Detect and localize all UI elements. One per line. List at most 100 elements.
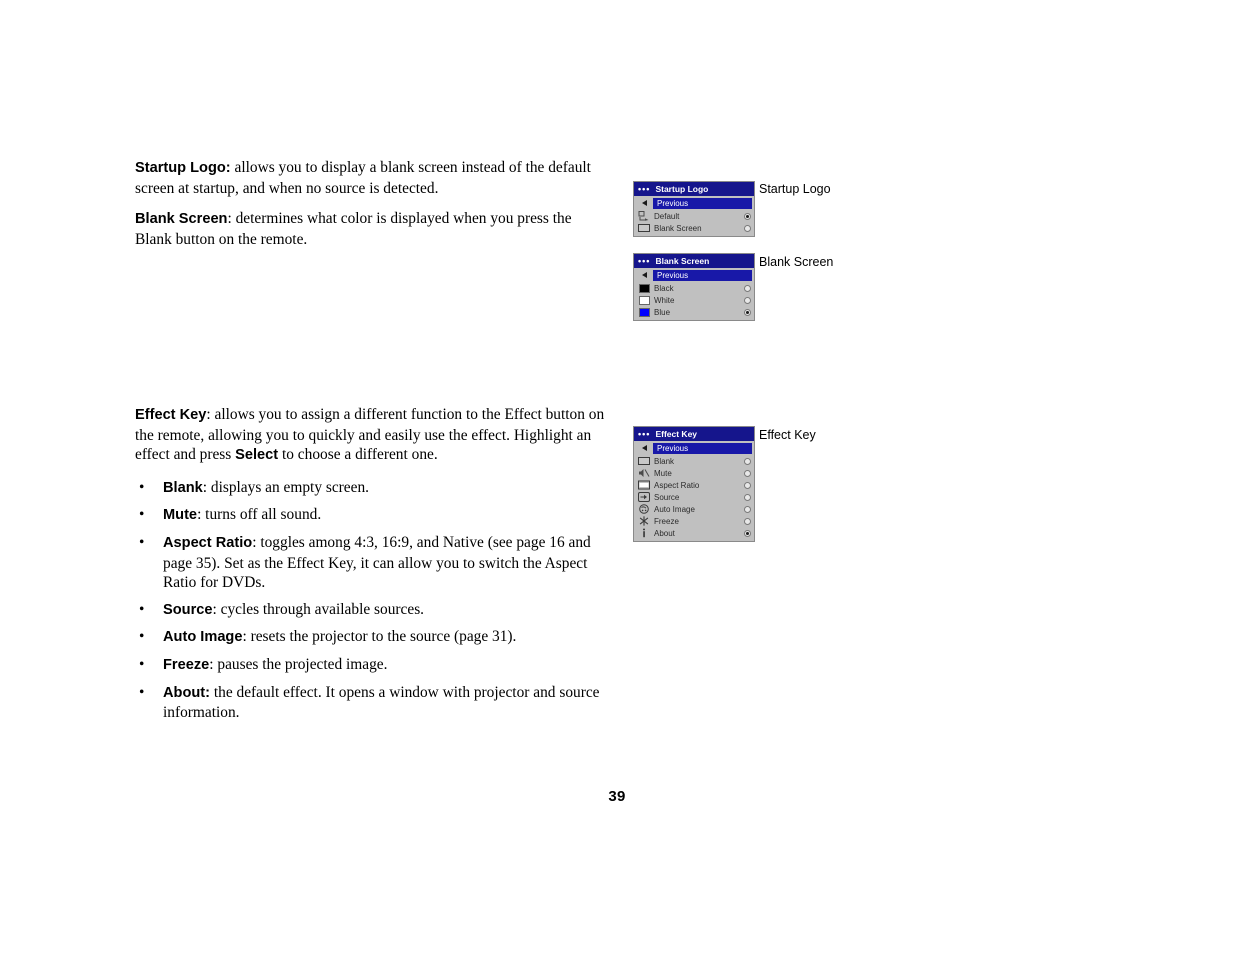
list-item-term: About: — [163, 684, 211, 701]
list-item: • Mute: turns off all sound. — [135, 505, 610, 526]
menu-dots-icon: ••• — [638, 428, 651, 439]
page-number: 39 — [0, 788, 1235, 805]
radio-button[interactable] — [744, 469, 751, 477]
list-item: • Blank: displays an empty screen. — [135, 478, 610, 499]
osd-item-blank-screen[interactable]: Blank Screen — [634, 222, 754, 234]
radio-button[interactable] — [744, 529, 751, 537]
page-number-text: 39 — [608, 788, 626, 805]
osd-item-default[interactable]: Default — [634, 210, 754, 222]
bullet-glyph: • — [139, 600, 145, 618]
screen-icon — [637, 456, 651, 466]
paragraph-startup-logo: Startup Logo: allows you to display a bl… — [135, 158, 605, 198]
osd-item-label: Mute — [654, 468, 672, 478]
list-item-text: : pauses the projected image. — [209, 655, 388, 673]
list-item: • Source: cycles through available source… — [135, 600, 610, 621]
osd-menu-startup-logo[interactable]: ••• Startup Logo Previous Default Blank … — [633, 181, 755, 237]
list-item: • Auto Image: resets the projector to the… — [135, 627, 610, 648]
osd-item-label: Previous — [657, 198, 689, 208]
radio-button[interactable] — [744, 505, 751, 513]
osd-body: Previous Default Blank Screen — [634, 196, 754, 236]
osd-title-bar: ••• Effect Key — [634, 427, 754, 441]
radio-button[interactable] — [744, 493, 751, 501]
osd-item-white[interactable]: White — [634, 294, 754, 306]
bullet-glyph: • — [139, 683, 145, 701]
selection-highlight: Previous — [653, 197, 752, 209]
osd-title-text: Startup Logo — [655, 184, 709, 194]
source-icon — [637, 492, 651, 502]
osd-item-previous[interactable]: Previous — [634, 197, 754, 209]
osd-item-label: Blue — [654, 307, 671, 317]
mute-icon — [637, 468, 651, 478]
osd-item-previous[interactable]: Previous — [634, 269, 754, 281]
radio-button[interactable] — [744, 212, 751, 220]
osd-item-black[interactable]: Black — [634, 282, 754, 294]
list-item-text: : resets the projector to the source (pa… — [242, 628, 517, 646]
back-arrow-icon — [637, 445, 651, 451]
osd-item-freeze[interactable]: Freeze — [634, 515, 754, 527]
osd-item-blank[interactable]: Blank — [634, 455, 754, 467]
bullet-glyph: • — [139, 506, 145, 524]
swatch-black-icon — [637, 283, 651, 293]
caption-startup-logo: Startup Logo — [759, 182, 831, 196]
list-item-term: Auto Image — [163, 629, 243, 646]
radio-button[interactable] — [744, 481, 751, 489]
caption-blank-screen: Blank Screen — [759, 255, 834, 269]
osd-item-auto-image[interactable]: Auto Image — [634, 503, 754, 515]
back-arrow-icon — [637, 272, 651, 278]
osd-item-label: Source — [654, 492, 680, 502]
osd-item-label: Aspect Ratio — [654, 480, 700, 490]
term-effect-key: Effect Key — [135, 407, 207, 423]
caption-effect-key: Effect Key — [759, 428, 816, 442]
list-item-term: Freeze — [163, 656, 210, 673]
text-effect-key-2: to choose a different one. — [278, 446, 438, 464]
osd-body: Previous Blank Mute Aspect Ratio Source … — [634, 441, 754, 541]
osd-item-label: Auto Image — [654, 504, 695, 514]
bullet-glyph: • — [139, 533, 145, 551]
manual-page: Startup Logo: allows you to display a bl… — [0, 0, 1235, 954]
osd-item-mute[interactable]: Mute — [634, 467, 754, 479]
menu-dots-icon: ••• — [638, 255, 651, 266]
osd-item-label: Previous — [657, 443, 689, 453]
screen-icon — [637, 223, 651, 233]
osd-item-aspect-ratio[interactable]: Aspect Ratio — [634, 479, 754, 491]
osd-item-previous[interactable]: Previous — [634, 442, 754, 454]
osd-menu-effect-key[interactable]: ••• Effect Key Previous Blank Mute Aspec… — [633, 426, 755, 542]
info-icon — [637, 528, 651, 538]
radio-button[interactable] — [744, 284, 751, 292]
effect-options-list: • Blank: displays an empty screen. • Mute:… — [135, 478, 610, 723]
osd-item-source[interactable]: Source — [634, 491, 754, 503]
osd-item-label: Freeze — [654, 516, 679, 526]
logo-icon — [637, 211, 651, 221]
osd-title-bar: ••• Startup Logo — [634, 182, 754, 196]
list-item-term: Blank — [163, 479, 203, 496]
term-select: Select — [235, 447, 279, 464]
osd-item-label: About — [654, 528, 675, 538]
text-column-top: Startup Logo: allows you to display a bl… — [135, 158, 605, 260]
bullet-glyph: • — [139, 655, 145, 673]
freeze-icon — [637, 516, 651, 526]
radio-button[interactable] — [744, 224, 751, 232]
list-item: • Aspect Ratio: toggles among 4:3, 16:9, … — [135, 533, 610, 593]
radio-button[interactable] — [744, 517, 751, 525]
swatch-white-icon — [637, 295, 651, 305]
text-column-effect-key: Effect Key: allows you to assign a diffe… — [135, 405, 610, 730]
selection-highlight: Previous — [653, 442, 752, 454]
paragraph-effect-key: Effect Key: allows you to assign a diffe… — [135, 405, 610, 466]
osd-title-text: Blank Screen — [655, 256, 710, 266]
osd-title-bar: ••• Blank Screen — [634, 254, 754, 268]
osd-item-blue[interactable]: Blue — [634, 306, 754, 318]
back-arrow-icon — [637, 200, 651, 206]
list-item-term: Source — [163, 601, 213, 618]
bullet-glyph: • — [139, 478, 145, 496]
list-item: • Freeze: pauses the projected image. — [135, 655, 610, 676]
osd-item-about[interactable]: About — [634, 527, 754, 539]
osd-title-text: Effect Key — [655, 429, 698, 439]
selection-highlight: Previous — [653, 269, 752, 281]
radio-button[interactable] — [744, 308, 751, 316]
radio-button[interactable] — [744, 457, 751, 465]
list-item-text: the default effect. It opens a window wi… — [163, 683, 600, 722]
swatch-blue-icon — [637, 307, 651, 317]
osd-menu-blank-screen[interactable]: ••• Blank Screen Previous Black White Bl… — [633, 253, 755, 321]
radio-button[interactable] — [744, 296, 751, 304]
aspect-ratio-icon — [637, 480, 651, 490]
